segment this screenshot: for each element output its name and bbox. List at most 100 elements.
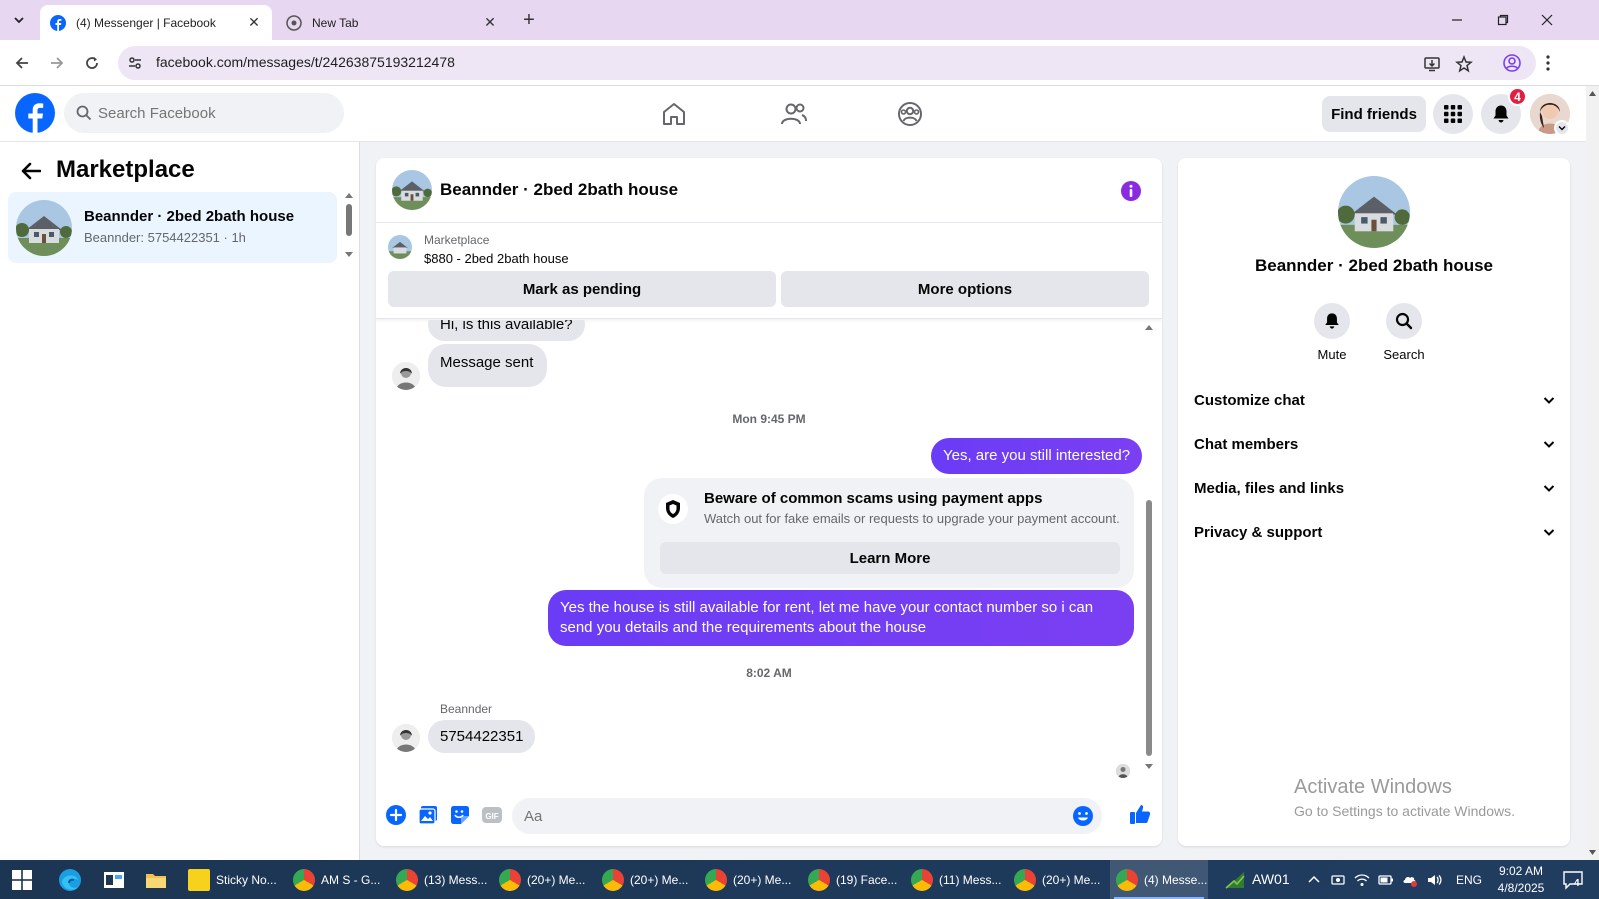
chat-panel: Beannder · 2bed 2bath house Marketplace … — [376, 158, 1162, 846]
search-in-chat-button[interactable]: Search — [1374, 303, 1434, 362]
emoji-icon[interactable] — [1072, 805, 1094, 827]
clock-date[interactable]: 4/8/2025 — [1488, 881, 1554, 895]
battery-icon[interactable] — [1378, 872, 1394, 888]
panel-title: Marketplace — [56, 156, 195, 183]
action-center-count: 4 — [1574, 878, 1580, 889]
network-signal-icon[interactable] — [1224, 870, 1246, 890]
taskbar-app-chrome[interactable]: (20+) Me... — [493, 860, 591, 899]
customize-chat-row[interactable]: Customize chat — [1194, 380, 1556, 420]
chat-title[interactable]: Beannder · 2bed 2bath house — [440, 180, 678, 200]
chevron-down-icon — [1543, 397, 1555, 404]
friends-icon[interactable] — [778, 98, 810, 130]
tab-close-icon[interactable]: ✕ — [482, 14, 498, 30]
gif-icon[interactable]: GIF — [480, 803, 504, 827]
edge-browser-icon[interactable] — [56, 866, 84, 894]
taskbar-app-chrome[interactable]: (20+) Me... — [1008, 860, 1106, 899]
tab-search-chevron-icon[interactable] — [6, 8, 32, 32]
learn-more-button[interactable]: Learn More — [660, 542, 1120, 574]
back-arrow-icon[interactable] — [10, 51, 34, 75]
home-icon[interactable] — [658, 98, 690, 130]
chat-header: Beannder · 2bed 2bath house — [376, 158, 1162, 223]
account-chevron-icon[interactable] — [1554, 120, 1570, 136]
close-window-icon[interactable] — [1532, 8, 1562, 32]
action-center-icon[interactable]: 4 — [1562, 870, 1586, 890]
clock-time[interactable]: 9:02 AM — [1492, 864, 1550, 878]
bookmark-star-icon[interactable] — [1454, 54, 1474, 74]
volume-icon[interactable] — [1426, 872, 1442, 888]
taskbar-app-chrome[interactable]: (20+) Me... — [699, 860, 797, 899]
forward-arrow-icon[interactable] — [45, 51, 69, 75]
sticker-icon[interactable] — [448, 803, 472, 827]
info-icon[interactable] — [1120, 180, 1142, 202]
mark-as-pending-button[interactable]: Mark as pending — [388, 271, 776, 307]
reload-icon[interactable] — [80, 51, 104, 75]
site-settings-icon[interactable] — [126, 54, 144, 72]
address-bar[interactable]: facebook.com/messages/t/2426387519321247… — [118, 46, 1536, 80]
message-input[interactable] — [512, 798, 1102, 834]
more-options-button[interactable]: More options — [781, 271, 1149, 307]
meet-now-icon[interactable] — [1330, 872, 1346, 888]
onedrive-error-icon[interactable] — [1402, 872, 1418, 888]
restore-icon[interactable] — [1488, 8, 1518, 32]
marketplace-label: Marketplace — [424, 233, 490, 247]
profile-icon[interactable] — [1500, 51, 1524, 75]
network-name[interactable]: AW01 — [1252, 871, 1290, 887]
message-scrollbar[interactable] — [1144, 324, 1154, 774]
url-text[interactable]: facebook.com/messages/t/2426387519321247… — [156, 54, 455, 70]
file-explorer-icon[interactable] — [142, 866, 170, 894]
tab-new-tab[interactable]: New Tab ✕ — [276, 5, 508, 40]
taskbar-app-chrome[interactable]: (13) Mess... — [390, 860, 488, 899]
find-friends-button[interactable]: Find friends — [1322, 96, 1426, 132]
input-language[interactable]: ENG — [1456, 873, 1482, 887]
facebook-logo-icon[interactable] — [15, 93, 55, 133]
taskbar-app-sticky-notes[interactable]: Sticky No... — [182, 860, 282, 899]
install-app-icon[interactable] — [1422, 54, 1442, 74]
chat-info-panel: Beannder · 2bed 2bath house Mute Search … — [1178, 158, 1570, 846]
mute-button[interactable]: Mute — [1302, 303, 1362, 362]
windows-taskbar: Sticky No... AM S - G... (13) Mess... (2… — [0, 860, 1599, 899]
tab-messenger[interactable]: (4) Messenger | Facebook ✕ — [40, 5, 272, 40]
chat-members-row[interactable]: Chat members — [1194, 424, 1556, 464]
facebook-header: Find friends 4 — [0, 86, 1586, 142]
conversation-list-panel: Marketplace Beannder · 2bed 2bath house … — [0, 142, 360, 860]
taskbar-app-chrome[interactable]: (19) Face... — [802, 860, 900, 899]
taskbar-app-chrome[interactable]: (11) Mess... — [905, 860, 1003, 899]
chat-avatar[interactable] — [392, 170, 432, 210]
chat-profile-image[interactable] — [1338, 176, 1410, 248]
chrome-icon — [293, 868, 315, 891]
wifi-icon[interactable] — [1354, 872, 1370, 888]
bell-icon — [1314, 303, 1350, 339]
like-thumbs-up-icon[interactable] — [1128, 802, 1152, 826]
back-arrow-icon[interactable] — [18, 158, 44, 184]
taskbar-app-label: (19) Face... — [836, 872, 898, 887]
groups-icon[interactable] — [894, 98, 926, 130]
media-files-links-row[interactable]: Media, files and links — [1194, 468, 1556, 508]
privacy-support-row[interactable]: Privacy & support — [1194, 512, 1556, 552]
task-view-icon[interactable] — [100, 866, 128, 894]
listing-price-title[interactable]: $880 - 2bed 2bath house — [424, 251, 569, 266]
search-label: Search — [1383, 347, 1425, 362]
new-tab-plus-icon[interactable]: + — [518, 9, 540, 31]
photo-gallery-icon[interactable] — [416, 803, 440, 827]
message-bubble-incoming: Hi, is this available? — [428, 320, 585, 341]
list-scrollbar[interactable] — [344, 190, 354, 260]
conversation-item[interactable]: Beannder · 2bed 2bath house Beannder: 57… — [8, 192, 337, 263]
taskbar-app-label: (13) Mess... — [424, 872, 488, 887]
plus-circle-icon[interactable] — [384, 803, 408, 827]
chrome-icon — [1014, 868, 1036, 891]
taskbar-app-chrome[interactable]: AM S - G... — [287, 860, 385, 899]
windows-start-icon[interactable] — [12, 870, 32, 890]
minimize-icon[interactable] — [1442, 8, 1472, 32]
timestamp: Mon 9:45 PM — [732, 412, 806, 426]
taskbar-app-chrome[interactable]: (20+) Me... — [596, 860, 694, 899]
taskbar-app-label: (20+) Me... — [1042, 872, 1101, 887]
page-scrollbar[interactable] — [1586, 86, 1599, 860]
taskbar-app-chrome-active[interactable]: (4) Messe... — [1110, 860, 1208, 899]
chevron-up-icon[interactable] — [1306, 872, 1322, 888]
menu-grid-icon[interactable] — [1433, 94, 1473, 134]
facebook-search-input[interactable] — [98, 93, 338, 133]
search-icon — [76, 105, 92, 121]
message-composer: GIF — [376, 784, 1162, 846]
kebab-menu-icon[interactable] — [1536, 51, 1560, 75]
tab-close-icon[interactable]: ✕ — [246, 14, 262, 30]
